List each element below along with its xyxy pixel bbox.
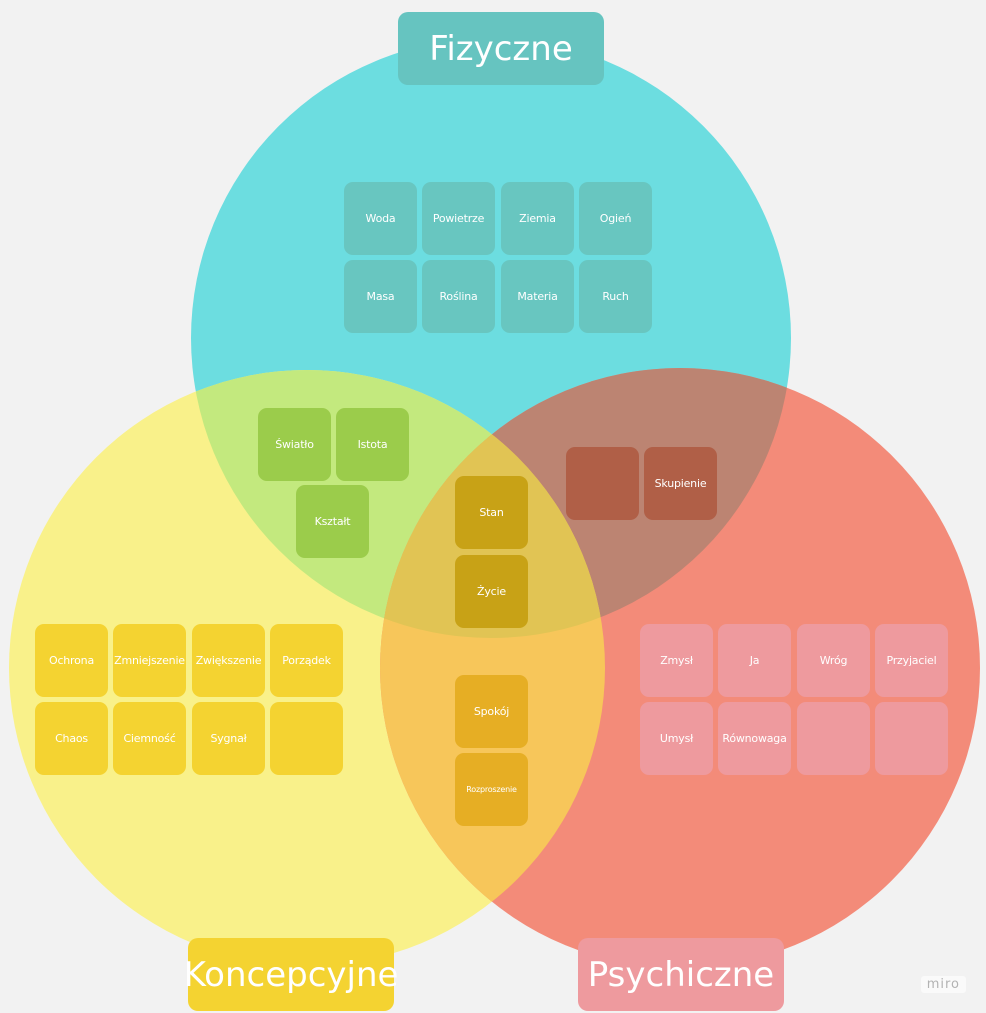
sticky-note[interactable] <box>797 702 870 775</box>
sticky-note[interactable] <box>270 702 343 775</box>
sticky-note[interactable]: Równowaga <box>718 702 791 775</box>
sticky-note[interactable]: Zwiększenie <box>192 624 265 697</box>
sticky-note[interactable]: Woda <box>344 182 417 255</box>
sticky-note[interactable]: Ziemia <box>501 182 574 255</box>
sticky-note[interactable]: Ochrona <box>35 624 108 697</box>
sticky-note[interactable]: Zmysł <box>640 624 713 697</box>
sticky-note[interactable]: Powietrze <box>422 182 495 255</box>
header-psychic: Psychiczne <box>578 938 784 1011</box>
sticky-note[interactable] <box>566 447 639 520</box>
header-physical: Fizyczne <box>398 12 604 85</box>
sticky-note[interactable]: Porządek <box>270 624 343 697</box>
sticky-note[interactable] <box>875 702 948 775</box>
sticky-note[interactable]: Ciemność <box>113 702 186 775</box>
sticky-note[interactable]: Ja <box>718 624 791 697</box>
header-conceptual: Koncepcyjne <box>184 938 398 1011</box>
sticky-note[interactable]: Ruch <box>579 260 652 333</box>
sticky-note[interactable]: Roślina <box>422 260 495 333</box>
sticky-note[interactable]: Materia <box>501 260 574 333</box>
miro-watermark: miro <box>920 976 966 993</box>
sticky-note[interactable]: Rozproszenie <box>455 753 528 826</box>
sticky-note[interactable]: Chaos <box>35 702 108 775</box>
sticky-note[interactable]: Spokój <box>455 675 528 748</box>
sticky-note[interactable]: Życie <box>455 555 528 628</box>
sticky-note[interactable]: Przyjaciel <box>875 624 948 697</box>
sticky-note[interactable]: Kształt <box>296 485 369 558</box>
sticky-note[interactable]: Istota <box>336 408 409 481</box>
sticky-note[interactable]: Wróg <box>797 624 870 697</box>
sticky-note[interactable]: Skupienie <box>644 447 717 520</box>
sticky-note[interactable]: Ogień <box>579 182 652 255</box>
sticky-note[interactable]: Umysł <box>640 702 713 775</box>
sticky-note[interactable]: Stan <box>455 476 528 549</box>
sticky-note[interactable]: Zmniejszenie <box>113 624 186 697</box>
sticky-note[interactable]: Masa <box>344 260 417 333</box>
sticky-note[interactable]: Sygnał <box>192 702 265 775</box>
sticky-note[interactable]: Światło <box>258 408 331 481</box>
